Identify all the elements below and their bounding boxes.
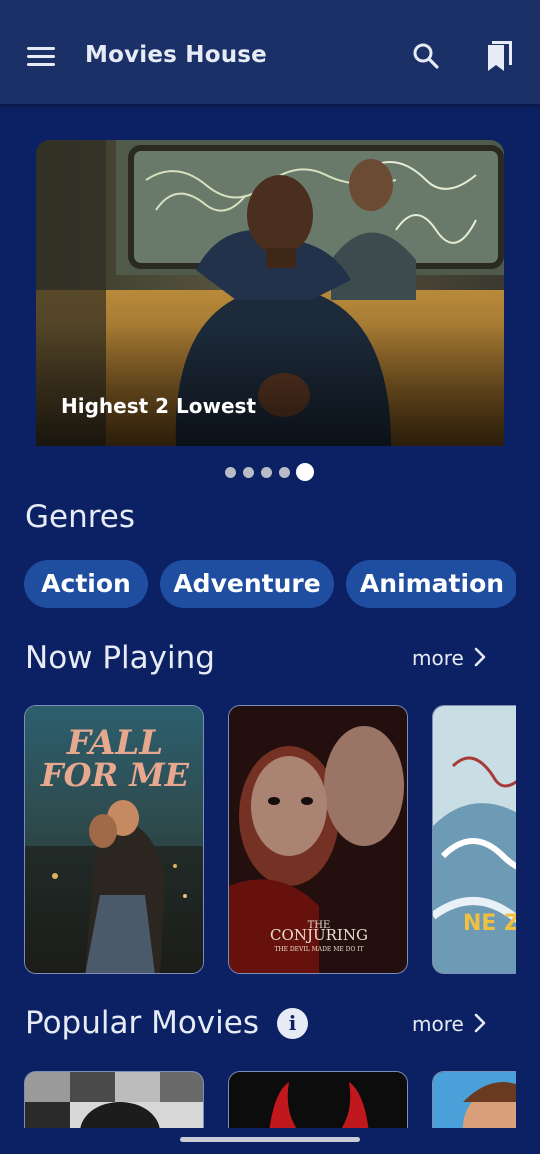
bookmarks-icon[interactable] [478,36,518,76]
search-icon[interactable] [406,36,446,76]
poster-the-conjuring[interactable]: THE CONJURING THE DEVIL MADE ME DO IT [228,705,408,974]
home-indicator[interactable] [180,1137,360,1142]
popular-poster-3[interactable] [432,1071,516,1131]
featured-banner[interactable]: Highest 2 Lowest [36,140,504,446]
popular-movies-heading: Popular Movies [25,1005,259,1041]
chevron-right-icon[interactable] [472,1012,488,1034]
poster-title-line1: NE Z [463,911,516,936]
carousel-dot[interactable] [225,467,236,478]
poster-tagline: THE DEVIL MADE ME DO IT [274,946,363,953]
popular-poster-2[interactable] [228,1071,408,1131]
genres-heading: Genres [25,499,136,535]
app-bar: Movies House [0,0,540,104]
poster-title-line2: FOR ME [40,756,190,794]
chevron-right-icon[interactable] [472,646,488,668]
poster-fall-for-me[interactable]: FALL FOR ME [24,705,204,974]
poster-title-line2: CONJURING [270,926,368,944]
genre-chip-adventure[interactable]: Adventure [160,560,334,608]
now-playing-more-link[interactable]: more [412,646,464,670]
carousel-dot[interactable] [243,467,254,478]
app-title: Movies House [85,42,267,68]
popular-poster-1[interactable] [24,1071,204,1131]
genre-chip-animation[interactable]: Animation [346,560,516,608]
popular-more-link[interactable]: more [412,1012,464,1036]
genre-chip-action[interactable]: Action [24,560,148,608]
carousel-dot[interactable] [261,467,272,478]
poster-ne-zha[interactable]: NE Z [432,705,516,974]
menu-icon[interactable] [22,36,62,76]
info-icon[interactable]: i [277,1008,308,1039]
carousel-dot[interactable] [279,467,290,478]
now-playing-heading: Now Playing [25,640,215,676]
banner-title: Highest 2 Lowest [61,394,257,418]
carousel-dot-active[interactable] [296,463,314,481]
